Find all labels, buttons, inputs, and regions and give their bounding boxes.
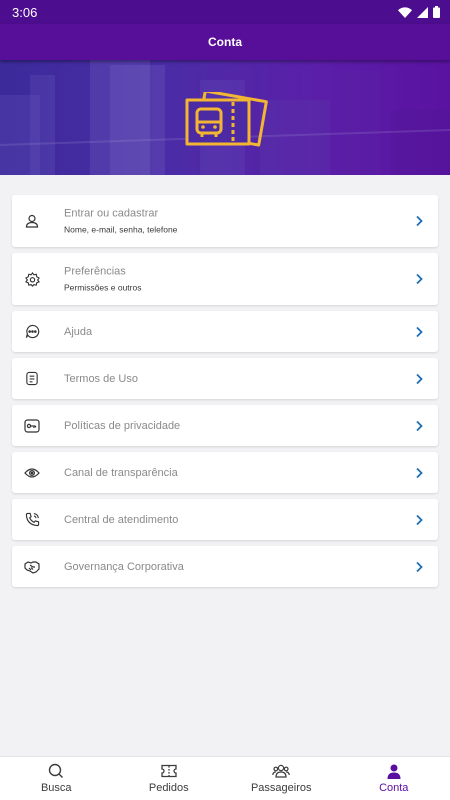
menu-item-terms[interactable]: Termos de Uso: [12, 358, 438, 399]
app-bar: Conta: [0, 24, 450, 60]
page-title: Conta: [208, 35, 242, 49]
menu-item-subtitle: Permissões e outros: [64, 282, 142, 293]
ticket-icon: [160, 763, 178, 779]
eye-icon: [23, 464, 41, 482]
menu-item-title: Entrar ou cadastrar: [64, 207, 159, 220]
menu-item-preferences[interactable]: Preferências Permissões e outros: [12, 253, 438, 305]
menu-item-title: Preferências: [64, 265, 126, 278]
chevron-right-icon: [416, 420, 423, 431]
menu-item-title: Central de atendimento: [64, 513, 179, 526]
bottom-navigation: Busca Pedidos Passageiros Conta: [0, 756, 450, 800]
signal-icon: [417, 6, 428, 18]
bus-ticket-icon: [185, 92, 268, 147]
menu-item-transparency[interactable]: Canal de transparência: [12, 452, 438, 493]
status-icons: [398, 6, 440, 18]
user-icon: [23, 212, 41, 230]
nav-item-label: Pedidos: [148, 782, 189, 794]
nav-item-conta[interactable]: Conta: [338, 757, 450, 800]
gear-icon: [23, 270, 41, 288]
chevron-right-icon: [416, 467, 423, 478]
battery-icon: [433, 6, 440, 18]
nav-item-busca[interactable]: Busca: [0, 757, 113, 800]
search-icon: [47, 763, 65, 779]
handshake-icon: [23, 558, 41, 576]
chevron-right-icon: [416, 215, 423, 227]
nav-item-passageiros[interactable]: Passageiros: [225, 757, 338, 800]
nav-item-label: Busca: [40, 782, 72, 794]
chevron-right-icon: [416, 273, 423, 285]
account-menu: Entrar ou cadastrar Nome, e-mail, senha,…: [12, 195, 438, 593]
menu-item-help[interactable]: Ajuda: [12, 311, 438, 352]
menu-item-subtitle: Nome, e-mail, senha, telefone: [64, 224, 178, 235]
chevron-right-icon: [416, 373, 423, 384]
people-icon: [272, 763, 291, 779]
chevron-right-icon: [416, 326, 423, 337]
nav-item-label: Conta: [379, 782, 409, 794]
key-card-icon: [23, 417, 41, 435]
menu-item-title: Governança Corporativa: [64, 560, 184, 573]
chat-bubble-icon: [23, 323, 41, 341]
menu-item-title: Canal de transparência: [64, 466, 178, 479]
menu-item-support[interactable]: Central de atendimento: [12, 499, 438, 540]
menu-item-governance[interactable]: Governança Corporativa: [12, 546, 438, 587]
chevron-right-icon: [416, 514, 423, 525]
chevron-right-icon: [416, 561, 423, 572]
status-time: 3:06: [12, 4, 38, 20]
wifi-icon: [398, 6, 412, 18]
menu-item-title: Ajuda: [64, 325, 93, 338]
person-icon: [385, 763, 403, 779]
nav-item-pedidos[interactable]: Pedidos: [113, 757, 226, 800]
document-icon: [23, 370, 41, 388]
hero-banner: [0, 60, 450, 175]
menu-item-title: Políticas de privacidade: [64, 419, 181, 432]
nav-item-label: Passageiros: [250, 782, 312, 794]
menu-item-title: Termos de Uso: [64, 372, 138, 385]
status-bar: 3:06: [0, 0, 450, 24]
phone-icon: [23, 511, 41, 529]
menu-item-login[interactable]: Entrar ou cadastrar Nome, e-mail, senha,…: [12, 195, 438, 247]
menu-item-privacy[interactable]: Políticas de privacidade: [12, 405, 438, 446]
